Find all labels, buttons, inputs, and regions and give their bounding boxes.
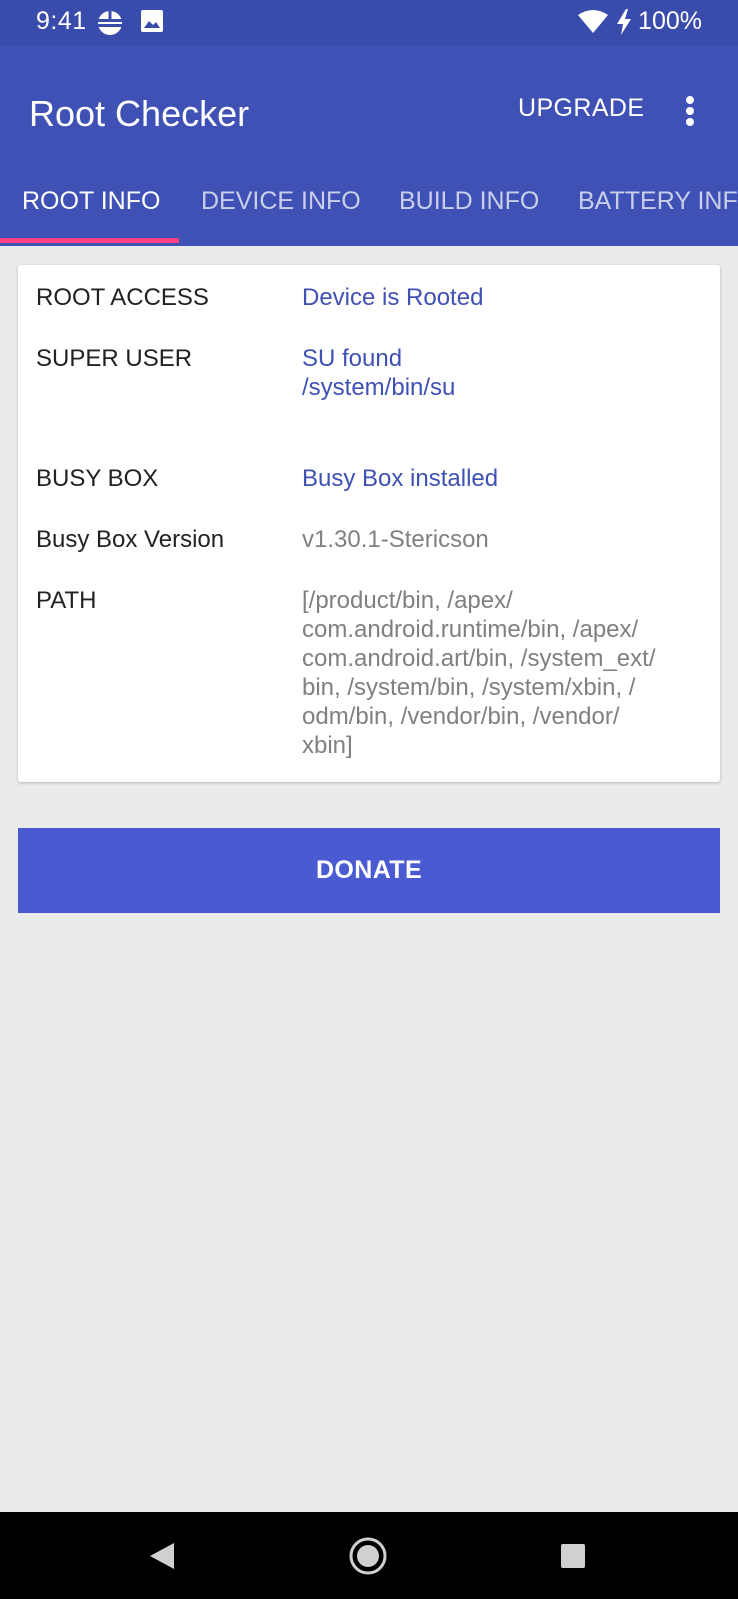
tab-battery-info[interactable]: BATTERY INFO — [578, 186, 738, 246]
path-label: PATH — [36, 587, 97, 614]
data-saver-icon — [98, 11, 122, 35]
root-access-value: Device is Rooted — [302, 284, 484, 311]
recents-icon[interactable] — [560, 1543, 586, 1569]
busy-box-label: BUSY BOX — [36, 465, 159, 492]
app-bar: Root Checker UPGRADE ROOT INFO DEVICE IN… — [0, 46, 738, 246]
tab-device-info[interactable]: DEVICE INFO — [201, 186, 361, 246]
active-tab-indicator — [0, 238, 179, 243]
home-icon[interactable] — [348, 1536, 388, 1576]
root-access-label: ROOT ACCESS — [36, 284, 209, 311]
super-user-label: SUPER USER — [36, 345, 193, 372]
tab-build-info[interactable]: BUILD INFO — [399, 186, 539, 246]
navigation-bar — [0, 1512, 738, 1599]
path-value: [/product/bin, /apex/ com.android.runtim… — [302, 587, 656, 759]
more-vert-icon[interactable] — [680, 94, 700, 128]
donate-button[interactable]: DONATE — [18, 828, 720, 913]
app-title: Root Checker — [29, 93, 250, 134]
upgrade-button[interactable]: UPGRADE — [518, 94, 644, 123]
battery-percent: 100% — [638, 7, 702, 35]
wifi-icon — [578, 10, 608, 33]
status-bar: 9:41 100% — [0, 0, 738, 46]
root-info-card: ROOT ACCESS Device is Rooted SUPER USER … — [18, 265, 720, 782]
busy-box-version-value: v1.30.1-Stericson — [302, 526, 489, 553]
super-user-value: SU found /system/bin/su — [302, 345, 456, 401]
status-time: 9:41 — [36, 7, 87, 35]
tab-root-info[interactable]: ROOT INFO — [22, 186, 160, 246]
back-icon[interactable] — [148, 1541, 176, 1571]
busy-box-value: Busy Box installed — [302, 465, 499, 492]
charging-icon — [617, 9, 631, 35]
image-icon — [141, 10, 163, 32]
busy-box-version-label: Busy Box Version — [36, 526, 225, 553]
tab-bar: ROOT INFO DEVICE INFO BUILD INFO BATTERY… — [0, 186, 738, 246]
